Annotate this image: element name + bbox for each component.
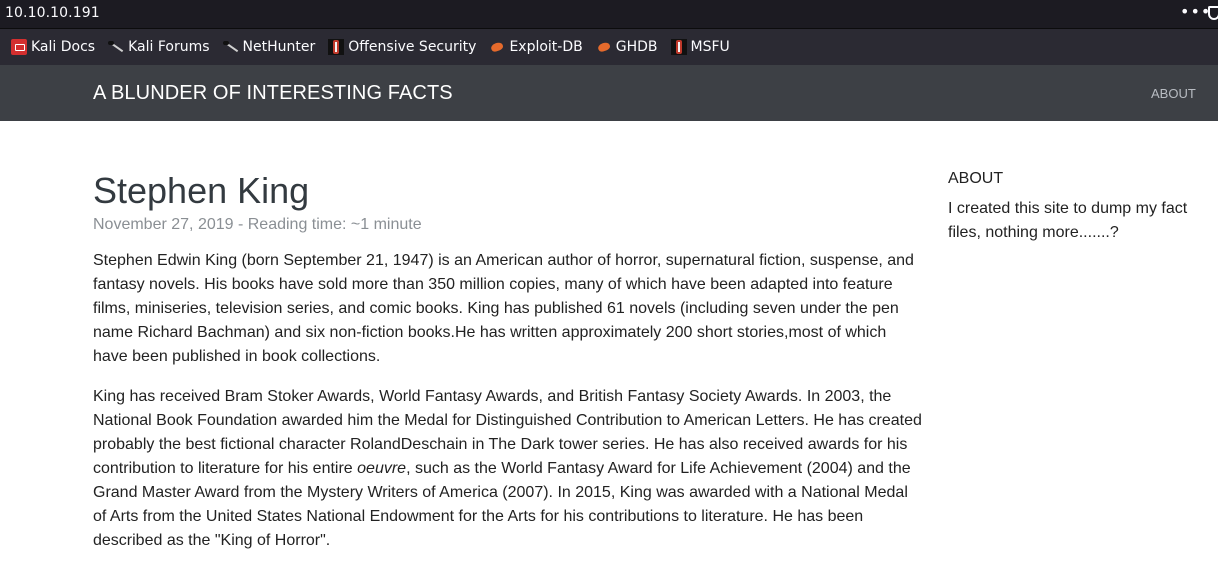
emphasis-text: oeuvre <box>357 460 407 477</box>
blog-post: Stephen King November 27, 2019 - Reading… <box>93 170 923 553</box>
site-brand[interactable]: A BLUNDER OF INTERESTING FACTS <box>93 82 453 105</box>
exploit-db-icon <box>489 39 505 55</box>
bookmark-ghdb[interactable]: GHDB <box>596 39 658 55</box>
sidebar-heading: ABOUT <box>948 170 1004 187</box>
post-paragraph: Stephen Edwin King (born September 21, 1… <box>93 252 914 365</box>
bookmark-kali-forums[interactable]: Kali Forums <box>108 39 210 55</box>
sidebar-text: I created this site to dump my fact file… <box>948 200 1188 241</box>
bookmark-label: MSFU <box>690 39 730 55</box>
bookmark-label: Kali Docs <box>31 39 96 55</box>
kali-dragon-icon <box>222 39 239 55</box>
site-navbar: A BLUNDER OF INTERESTING FACTS ABOUT <box>0 65 1218 121</box>
bookmark-label: GHDB <box>615 39 658 55</box>
bookmark-label: Exploit-DB <box>509 39 583 55</box>
bookmark-label: NetHunter <box>242 39 316 55</box>
post-meta: November 27, 2019 - Reading time: ~1 min… <box>93 216 422 233</box>
exploit-db-icon <box>596 39 612 55</box>
bookmarks-toolbar: Kali Docs Kali Forums NetHunter Offensiv… <box>0 28 1218 65</box>
bookmark-nethunter[interactable]: NetHunter <box>222 39 316 55</box>
bookmark-msfu[interactable]: MSFU <box>670 39 730 55</box>
bookmark-label: Offensive Security <box>348 39 477 55</box>
bookmark-kali-docs[interactable]: Kali Docs <box>11 39 95 55</box>
url-text[interactable]: 10.10.10.191 <box>5 5 100 21</box>
offsec-icon <box>670 39 687 55</box>
post-title: Stephen King <box>93 170 310 211</box>
offsec-icon <box>328 39 345 55</box>
post-paragraph: King has received Bram Stoker Awards, Wo… <box>93 385 923 553</box>
ellipsis-icon[interactable]: ••• <box>1180 2 1211 21</box>
bookmark-exploit-db[interactable]: Exploit-DB <box>489 39 582 55</box>
browser-url-bar[interactable]: 10.10.10.191 ••• <box>0 0 1218 28</box>
bookmark-label: Kali Forums <box>128 39 210 55</box>
kali-docs-icon <box>11 39 27 55</box>
kali-dragon-icon <box>108 39 124 55</box>
nav-about-link[interactable]: ABOUT <box>1151 86 1196 101</box>
shield-icon[interactable] <box>1208 6 1218 20</box>
sidebar-about: ABOUT I created this site to dump my fac… <box>948 168 1208 245</box>
bookmark-offensive-security[interactable]: Offensive Security <box>328 39 476 55</box>
